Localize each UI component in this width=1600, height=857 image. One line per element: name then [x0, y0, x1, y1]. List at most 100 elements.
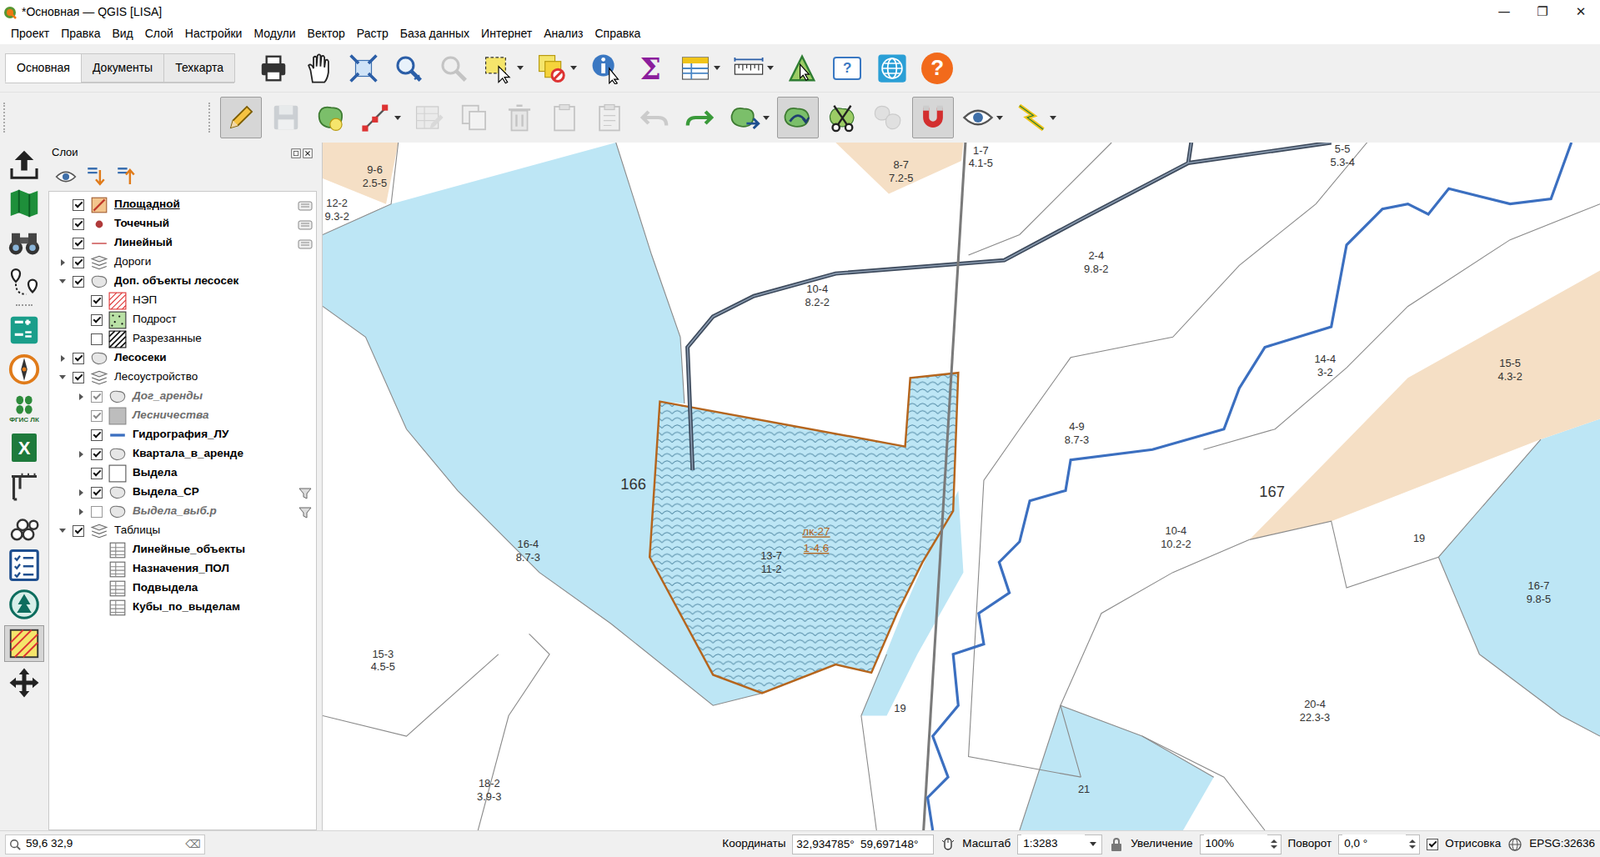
dropdown-arrow[interactable]	[394, 115, 402, 121]
spin-up[interactable]	[1409, 839, 1416, 843]
excel-button[interactable]: X	[4, 429, 45, 467]
spin-up[interactable]	[1270, 839, 1278, 843]
clear-button[interactable]: ⌫	[185, 836, 201, 853]
layer-row[interactable]: НЭП	[49, 290, 316, 311]
map-button[interactable]	[4, 185, 45, 222]
expand-toggle[interactable]	[55, 351, 70, 366]
help-bubble-button[interactable]: ?	[826, 47, 868, 90]
layer-checkbox[interactable]	[90, 506, 103, 518]
menu-item[interactable]: Вид	[105, 23, 139, 45]
route-button[interactable]	[4, 263, 45, 301]
coordinates-field[interactable]	[792, 834, 934, 855]
dropdown-arrow[interactable]	[1049, 115, 1057, 121]
help-orange-button[interactable]: ?	[916, 47, 958, 90]
reshape-button[interactable]	[777, 96, 819, 139]
layer-row[interactable]: Выдела_СР	[49, 482, 316, 502]
logs-button[interactable]	[4, 507, 45, 545]
layer-row[interactable]: Линейные_объекты	[49, 540, 316, 560]
close-icon[interactable]	[301, 144, 314, 161]
layer-row[interactable]: Таблицы	[49, 521, 316, 541]
lightning-button[interactable]	[1010, 96, 1061, 139]
search-field[interactable]	[24, 834, 183, 853]
attribute-table-button[interactable]	[674, 47, 725, 90]
layer-row[interactable]: Назначения_ПОЛ	[49, 559, 316, 579]
layer-row[interactable]: Линейный	[49, 233, 316, 253]
restore-button[interactable]: ❐	[1523, 2, 1562, 22]
redo-button[interactable]	[678, 96, 721, 139]
menu-item[interactable]: Анализ	[537, 23, 589, 45]
zoom-last-button[interactable]	[387, 47, 430, 90]
layer-checkbox[interactable]	[72, 218, 85, 231]
layer-row[interactable]: Подрост	[49, 310, 316, 330]
caliper-button[interactable]	[4, 468, 45, 506]
pan-button[interactable]	[297, 47, 340, 90]
close-button[interactable]: ✕	[1561, 2, 1600, 22]
filter-icon[interactable]	[297, 485, 313, 501]
rotation-field[interactable]	[1342, 834, 1406, 853]
select-button[interactable]	[477, 47, 528, 90]
map-drawing[interactable]: 9-62.5-512-29.3-28-77.2-51-74.1-55-55.3-…	[322, 142, 1600, 831]
binoculars-button[interactable]	[4, 224, 45, 261]
layer-checkbox[interactable]	[90, 410, 103, 422]
spin-down[interactable]	[1409, 845, 1416, 849]
snap-button[interactable]	[912, 96, 954, 139]
spin-arrows[interactable]	[1267, 839, 1281, 849]
layer-checkbox[interactable]	[90, 314, 103, 327]
map-canvas[interactable]: 9-62.5-512-29.3-28-77.2-51-74.1-55-55.3-…	[321, 142, 1600, 831]
sigma-button[interactable]: Σ	[629, 47, 672, 90]
split-button[interactable]	[822, 96, 864, 139]
expand-toggle[interactable]	[74, 390, 88, 404]
layer-row[interactable]: Дог_аренды	[49, 386, 316, 407]
layer-checkbox[interactable]	[90, 467, 103, 480]
expand-toggle[interactable]	[74, 505, 88, 519]
toolbar-handle[interactable]	[208, 102, 214, 133]
lock-icon[interactable]	[1108, 835, 1124, 853]
vertex-tool-button[interactable]	[355, 96, 406, 139]
deselect-button[interactable]	[531, 47, 582, 90]
layer-checkbox[interactable]	[90, 448, 103, 461]
menu-item[interactable]: Справка	[588, 23, 647, 45]
layer-checkbox[interactable]	[72, 237, 85, 250]
edit-icon[interactable]	[297, 216, 313, 232]
layer-row[interactable]: Подвыдела	[49, 578, 316, 598]
scale-field[interactable]	[1021, 834, 1085, 853]
layer-row[interactable]: Точечный	[49, 214, 316, 234]
layer-checkbox[interactable]	[90, 295, 103, 307]
expand-toggle[interactable]	[74, 447, 88, 462]
expand-toggle[interactable]	[55, 275, 70, 289]
layer-row[interactable]: Площадной	[49, 195, 316, 215]
magnifier-field[interactable]	[1203, 834, 1268, 853]
layer-checkbox[interactable]	[72, 525, 85, 537]
expand-toggle[interactable]	[74, 486, 88, 500]
edit-icon[interactable]	[297, 235, 313, 251]
menu-item[interactable]: База данных	[394, 23, 476, 45]
layer-row[interactable]: Доп. объекты лесосек	[49, 271, 316, 291]
layer-row[interactable]: Кубы_по_выделам	[49, 597, 316, 617]
render-checkbox[interactable]	[1426, 838, 1439, 851]
edit-icon[interactable]	[297, 197, 313, 213]
layer-checkbox[interactable]	[90, 333, 103, 346]
layer-checkbox[interactable]	[72, 352, 85, 365]
layer-row[interactable]: Выдела_выб.р	[49, 501, 316, 522]
menu-item[interactable]: Вектор	[301, 23, 352, 45]
visibility-icon[interactable]	[55, 165, 77, 188]
layer-row[interactable]: Дороги	[49, 252, 316, 272]
layer-row[interactable]: Лесоустройство	[49, 367, 316, 387]
layer-checkbox[interactable]	[90, 429, 103, 442]
expand-toggle[interactable]	[55, 371, 70, 385]
layer-row[interactable]: Гидрография_ЛУ	[49, 425, 316, 445]
crs-button[interactable]: EPSG:32636	[1529, 835, 1595, 853]
menu-item[interactable]: Настройки	[179, 23, 249, 45]
layer-checkbox[interactable]	[90, 486, 103, 499]
forest-button[interactable]	[4, 586, 45, 623]
expand-toggle[interactable]	[55, 524, 70, 538]
pencil-button[interactable]	[220, 96, 262, 139]
layer-checkbox[interactable]	[90, 391, 103, 403]
menu-item[interactable]: Интернет	[475, 23, 538, 45]
dropdown-arrow[interactable]	[767, 65, 774, 71]
identify-button[interactable]	[584, 47, 627, 90]
toolbar-tab[interactable]: Основная	[5, 53, 82, 83]
layer-row[interactable]: Квартала_в_аренде	[49, 444, 316, 464]
minimize-button[interactable]: —	[1484, 2, 1524, 22]
filter-icon[interactable]	[297, 504, 313, 520]
